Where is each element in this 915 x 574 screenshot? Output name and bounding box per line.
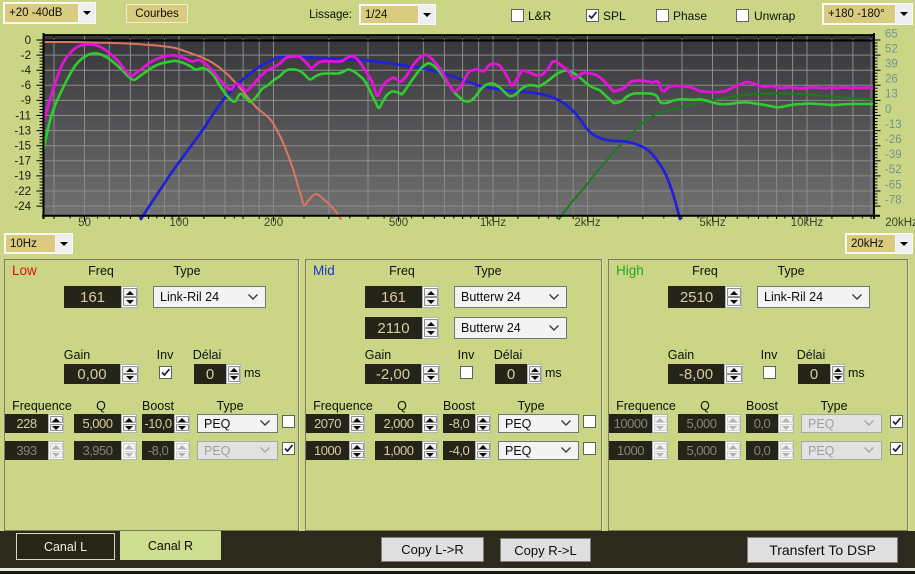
svg-text:500: 500: [389, 217, 408, 229]
svg-text:1kHz: 1kHz: [480, 217, 506, 229]
svg-text:2kHz: 2kHz: [574, 217, 600, 229]
svg-text:-2: -2: [21, 50, 31, 62]
svg-text:200: 200: [264, 217, 283, 229]
svg-text:26: 26: [885, 74, 898, 86]
svg-text:-13: -13: [14, 125, 31, 137]
svg-text:-78: -78: [885, 194, 902, 206]
svg-text:-15: -15: [14, 141, 31, 153]
svg-text:-22: -22: [14, 186, 31, 198]
svg-text:-19: -19: [14, 171, 31, 183]
svg-text:100: 100: [169, 217, 188, 229]
svg-text:-11: -11: [15, 110, 31, 122]
svg-text:39: 39: [885, 59, 898, 71]
svg-text:52: 52: [885, 43, 898, 55]
svg-text:-26: -26: [885, 134, 902, 146]
svg-text:-4: -4: [21, 65, 32, 77]
svg-text:10kHz: 10kHz: [791, 217, 824, 229]
svg-text:50: 50: [78, 217, 91, 229]
svg-text:-39: -39: [885, 149, 902, 161]
svg-text:20kHz: 20kHz: [885, 217, 915, 229]
svg-text:65: 65: [885, 28, 898, 40]
svg-text:0: 0: [885, 104, 891, 116]
svg-text:13: 13: [885, 89, 898, 101]
svg-text:-65: -65: [885, 179, 902, 191]
svg-text:-9: -9: [21, 95, 31, 107]
svg-text:-52: -52: [885, 164, 902, 176]
svg-text:-24: -24: [14, 201, 31, 213]
svg-text:-17: -17: [14, 156, 31, 168]
svg-text:-13: -13: [885, 119, 902, 131]
svg-text:5kHz: 5kHz: [699, 217, 725, 229]
svg-text:-6: -6: [21, 80, 31, 92]
svg-text:0: 0: [25, 35, 31, 47]
